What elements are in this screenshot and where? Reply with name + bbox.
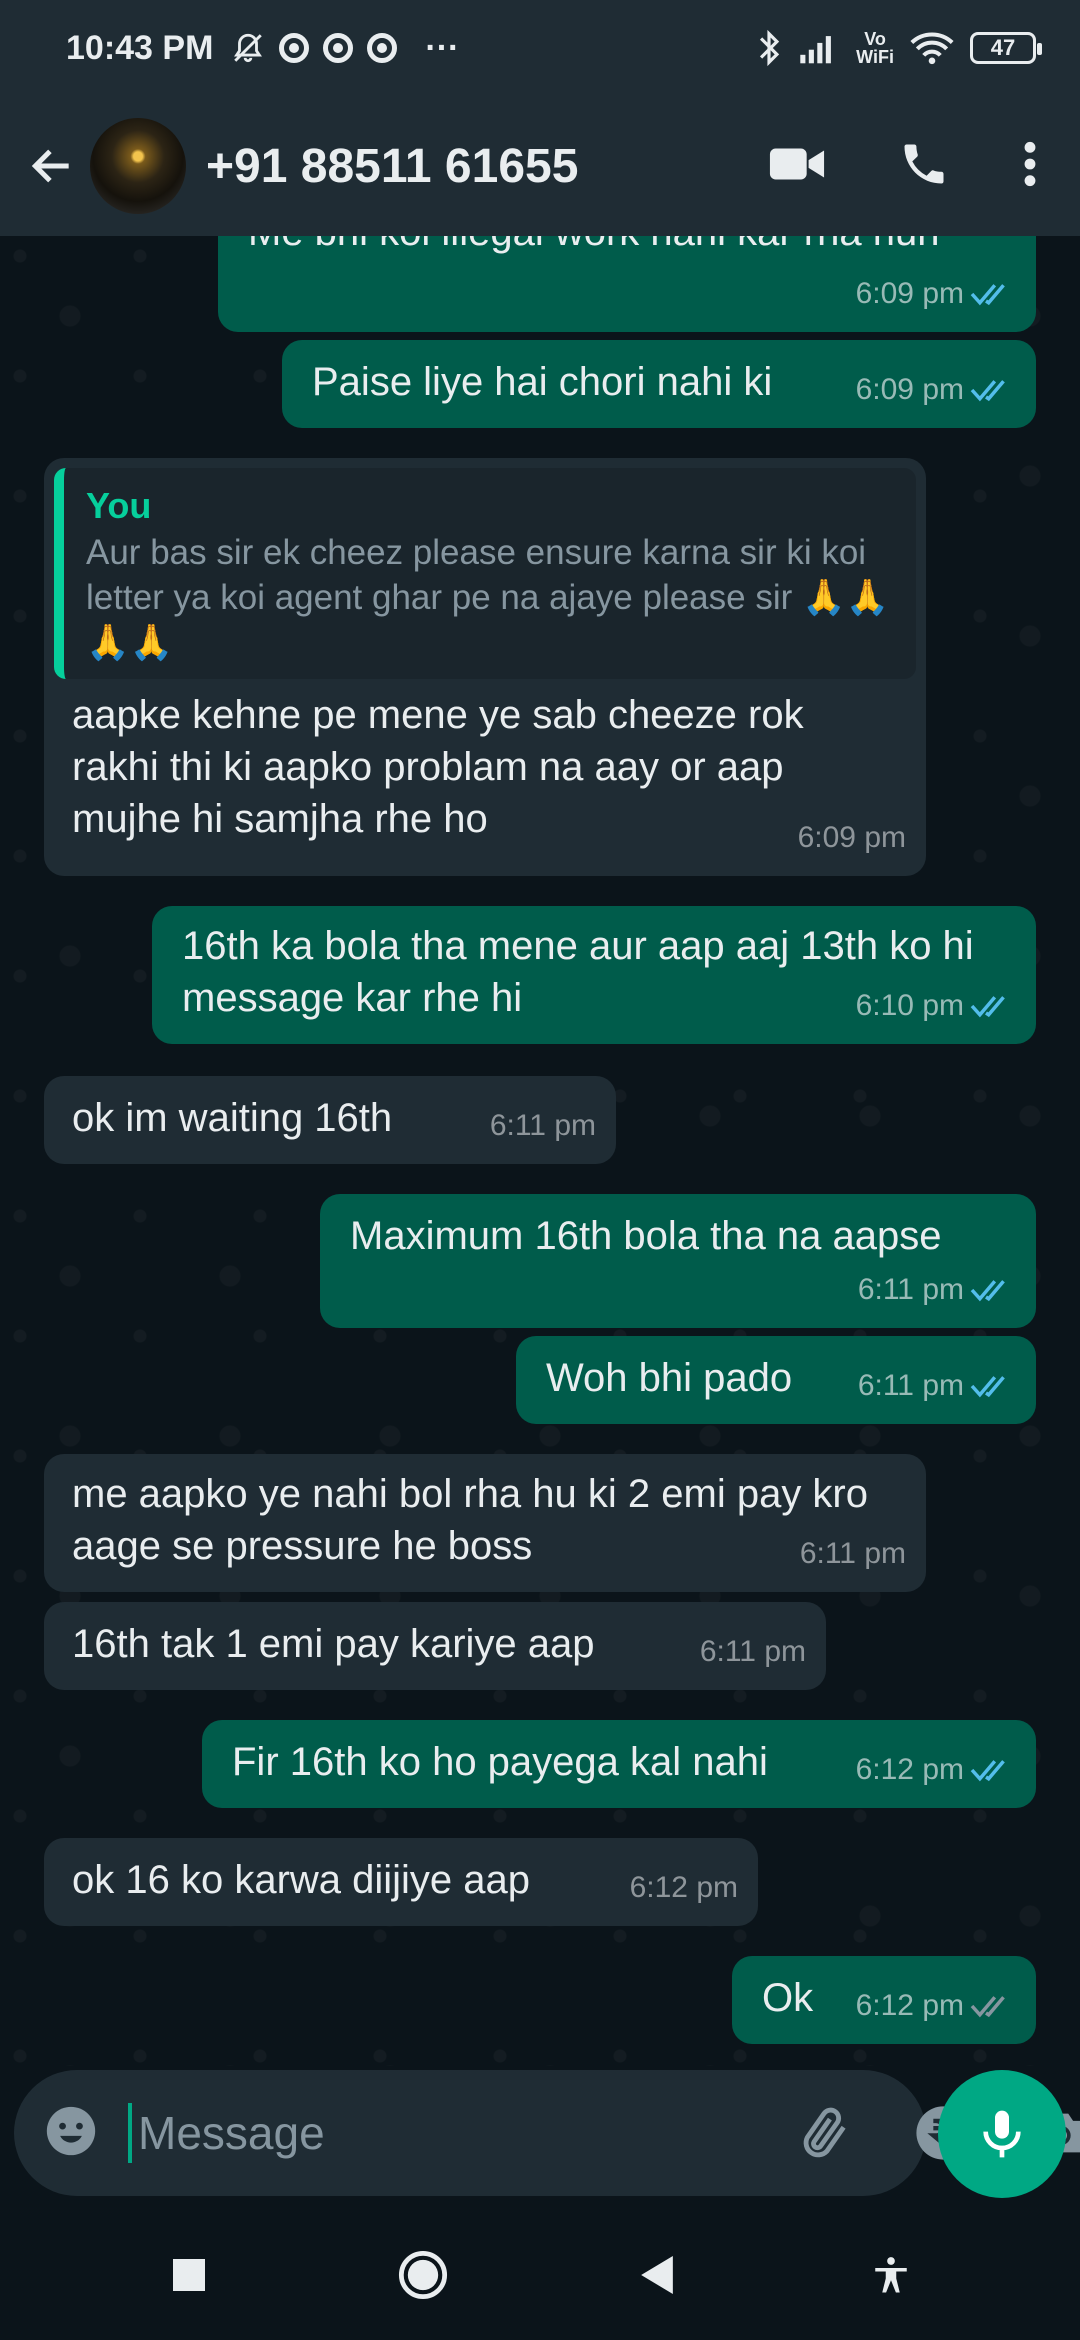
message-time: 6:09 pm bbox=[855, 373, 964, 406]
outgoing-message[interactable]: Paise liye hai chori nahi ki 6:09 pm bbox=[282, 340, 1036, 428]
avatar[interactable] bbox=[90, 118, 186, 214]
message-text: 16th tak 1 emi pay kariye aap bbox=[72, 1622, 595, 1666]
chat-header: +91 88511 61655 bbox=[0, 96, 1080, 236]
voice-call-button[interactable] bbox=[898, 138, 950, 195]
message-time: 6:12 pm bbox=[855, 1989, 964, 2022]
outgoing-message[interactable]: Fir 16th ko ho payega kal nahi 6:12 pm bbox=[202, 1720, 1036, 1808]
delivered-tick-icon bbox=[970, 1996, 1005, 2018]
message-time: 6:09 pm bbox=[855, 277, 964, 310]
incoming-message[interactable]: me aapko ye nahi bol rha hu ki 2 emi pay… bbox=[44, 1454, 926, 1592]
signal-icon bbox=[800, 36, 832, 64]
wifi-icon bbox=[910, 32, 954, 65]
voice-message-button[interactable] bbox=[938, 2070, 1066, 2198]
nav-back-button[interactable] bbox=[625, 2243, 689, 2307]
chat-area[interactable]: Me bhi koi illegal work nahi kar rha hun… bbox=[0, 236, 1080, 2066]
emoji-icon bbox=[46, 2106, 96, 2155]
quoted-message[interactable]: You Aur bas sir ek cheez please ensure k… bbox=[54, 468, 916, 679]
message-time: 6:12 pm bbox=[629, 1871, 738, 1904]
recents-icon bbox=[173, 2259, 205, 2291]
voice-call-icon bbox=[904, 144, 944, 183]
outgoing-message[interactable]: 16th ka bola tha mene aur aap aaj 13th k… bbox=[152, 906, 1036, 1044]
quote-author: You bbox=[86, 485, 152, 526]
battery-level: 47 bbox=[990, 35, 1016, 60]
incoming-message[interactable]: ok 16 ko karwa diijiye aap 6:12 pm bbox=[44, 1838, 758, 1926]
message-time: 6:11 pm bbox=[857, 1369, 964, 1402]
message-composer bbox=[14, 2070, 1080, 2196]
contact-name[interactable]: +91 88511 61655 bbox=[206, 139, 578, 194]
quote-text: Aur bas sir ek cheez please ensure karna… bbox=[86, 533, 890, 662]
emoji-button[interactable] bbox=[42, 2102, 100, 2165]
outgoing-message[interactable]: Woh bhi pado 6:11 pm bbox=[516, 1336, 1036, 1424]
video-call-button[interactable] bbox=[768, 144, 826, 189]
home-icon bbox=[398, 2250, 448, 2300]
battery-icon: 47 bbox=[970, 32, 1042, 64]
video-call-icon bbox=[769, 148, 825, 179]
message-text: aapke kehne pe mene ye sab cheeze rok ra… bbox=[72, 693, 804, 841]
more-options-icon bbox=[1024, 141, 1036, 186]
chrome-icon bbox=[323, 33, 354, 63]
outgoing-message[interactable]: Ok 6:12 pm bbox=[732, 1956, 1036, 2044]
attach-button[interactable] bbox=[796, 2103, 854, 2163]
message-text: me aapko ye nahi bol rha hu ki 2 emi pay… bbox=[72, 1472, 868, 1568]
accessibility-button[interactable] bbox=[859, 2243, 923, 2307]
bluetooth-icon bbox=[760, 29, 780, 67]
chrome-icon bbox=[367, 33, 398, 63]
mic-icon bbox=[983, 2110, 1021, 2158]
status-time: 10:43 PM bbox=[66, 28, 214, 67]
message-text: Maximum 16th bola tha na aapse bbox=[350, 1214, 942, 1258]
read-tick-icon bbox=[970, 996, 1005, 1018]
message-time: 6:11 pm bbox=[799, 1537, 906, 1570]
more-options-button[interactable] bbox=[1022, 139, 1038, 194]
home-button[interactable] bbox=[391, 2243, 455, 2307]
message-time: 6:10 pm bbox=[855, 989, 964, 1022]
read-tick-icon bbox=[970, 380, 1005, 402]
recents-button[interactable] bbox=[157, 2243, 221, 2307]
notification-icons: ··· bbox=[231, 29, 459, 68]
message-time: 6:09 pm bbox=[797, 821, 906, 854]
vowifi-icon: Vo WiFi bbox=[856, 29, 894, 67]
read-tick-icon bbox=[970, 284, 1005, 306]
more-notifications-icon: ··· bbox=[425, 28, 460, 67]
message-time: 6:11 pm bbox=[489, 1109, 596, 1142]
message-input[interactable] bbox=[128, 2103, 736, 2163]
message-time: 6:11 pm bbox=[857, 1273, 964, 1306]
accessibility-icon bbox=[875, 2257, 907, 2293]
chrome-icon bbox=[279, 33, 310, 63]
message-time: 6:12 pm bbox=[855, 1753, 964, 1786]
message-time: 6:11 pm bbox=[699, 1635, 806, 1668]
back-button[interactable] bbox=[20, 134, 84, 198]
read-tick-icon bbox=[970, 1760, 1005, 1782]
system-nav-bar bbox=[0, 2210, 1080, 2340]
status-bar: 10:43 PM ··· Vo WiFi 47 bbox=[0, 0, 1080, 96]
nav-back-icon bbox=[641, 2256, 673, 2294]
outgoing-message[interactable]: Me bhi koi illegal work nahi kar rha hun… bbox=[218, 236, 1036, 332]
incoming-message[interactable]: ok im waiting 16th 6:11 pm bbox=[44, 1076, 616, 1164]
message-text: Me bhi koi illegal work nahi kar rha hun bbox=[248, 236, 1006, 258]
incoming-message[interactable]: 16th tak 1 emi pay kariye aap 6:11 pm bbox=[44, 1602, 826, 1690]
incoming-message[interactable]: You Aur bas sir ek cheez please ensure k… bbox=[44, 458, 926, 876]
read-tick-icon bbox=[970, 1376, 1005, 1398]
read-tick-icon bbox=[970, 1280, 1005, 1302]
attach-icon bbox=[803, 2107, 846, 2158]
outgoing-message[interactable]: Maximum 16th bola tha na aapse 6:11 pm bbox=[320, 1194, 1036, 1328]
mute-bell-icon bbox=[234, 33, 263, 63]
back-arrow-icon bbox=[31, 149, 69, 183]
